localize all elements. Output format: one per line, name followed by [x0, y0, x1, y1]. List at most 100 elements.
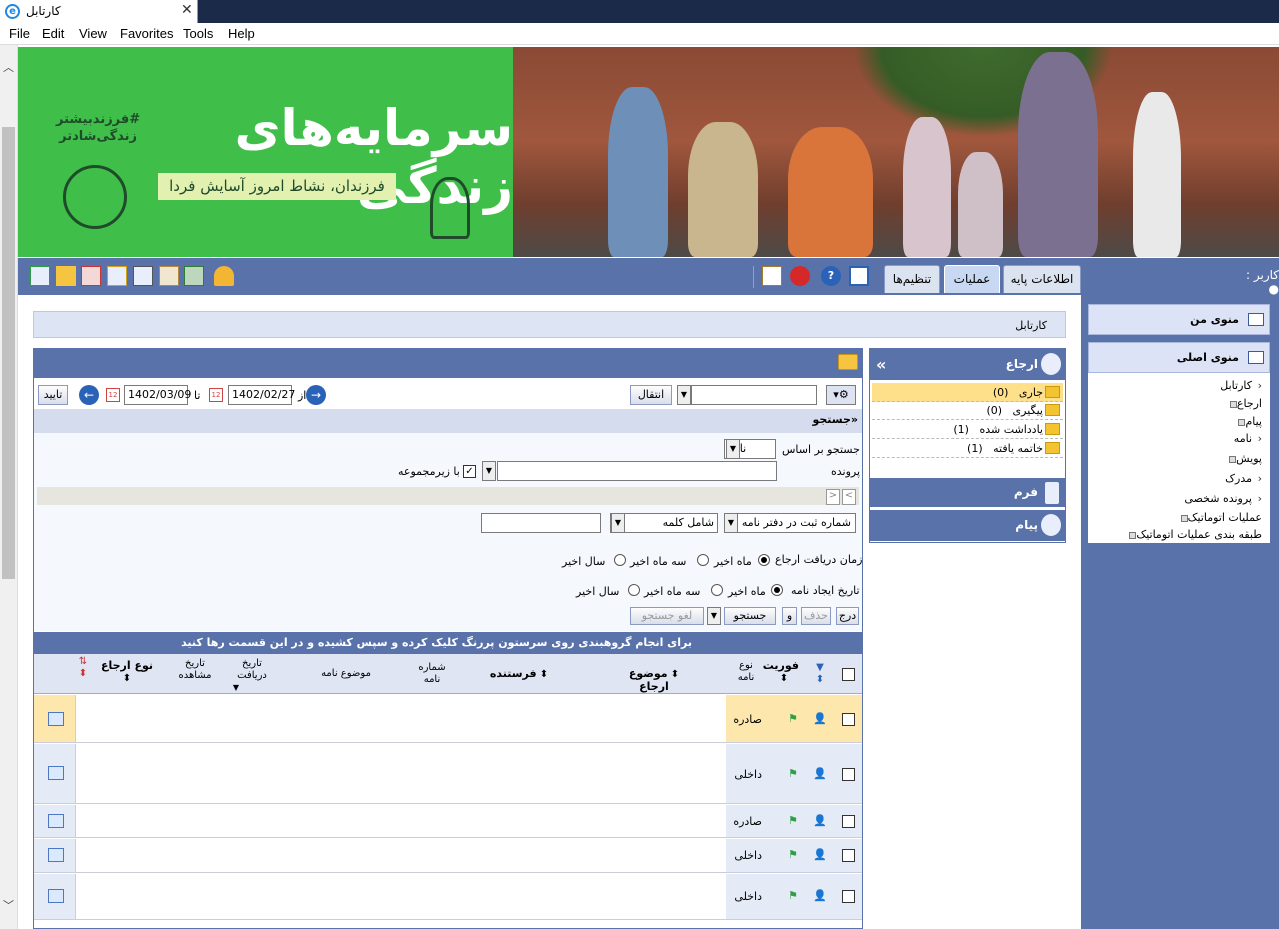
collapse-double-chevron-icon[interactable]: » — [876, 349, 886, 380]
search-text-input[interactable] — [481, 513, 601, 533]
chevron-down-icon[interactable]: ▼ — [611, 513, 625, 533]
search-letter-icon[interactable] — [133, 266, 153, 286]
chevron-down-icon[interactable]: ▼ — [707, 607, 721, 625]
select-all-checkbox[interactable] — [842, 668, 855, 681]
menu-file[interactable]: File — [9, 26, 30, 41]
chevron-right-icon[interactable]: > — [826, 489, 840, 505]
col-priority[interactable]: فوریت ⬍ — [763, 660, 799, 685]
next-arrow-icon[interactable]: → — [306, 385, 326, 405]
menu-item-poyesh[interactable]: پویش — [1223, 452, 1262, 465]
help-icon[interactable]: ? — [821, 266, 841, 286]
erja-item-noted[interactable]: یادداشت شده (1) — [872, 420, 1063, 439]
table-row[interactable]: 👤 ⚑ صادره — [34, 695, 862, 743]
confirm-button[interactable]: تایید — [38, 385, 68, 405]
file-dropdown[interactable]: ▼ — [482, 461, 496, 481]
row-checkbox[interactable] — [842, 768, 855, 781]
tab-base-info[interactable]: اطلاعات پایه — [1003, 265, 1081, 293]
message-panel-header[interactable]: پیام — [870, 510, 1065, 541]
row-checkbox[interactable] — [842, 890, 855, 903]
menu-edit[interactable]: Edit — [42, 26, 64, 41]
edit-icon[interactable] — [48, 814, 64, 828]
tab-operations[interactable]: عملیات — [944, 265, 1000, 293]
col-letter-subject[interactable]: موضوع نامه — [316, 668, 376, 680]
menu-help[interactable]: Help — [228, 26, 255, 41]
logout-icon[interactable] — [790, 266, 810, 286]
erja-item-current[interactable]: جاری (0) — [872, 383, 1063, 402]
row-checkbox[interactable] — [842, 849, 855, 862]
and-button[interactable]: و — [782, 607, 797, 625]
menu-item-auto-ops[interactable]: عملیات اتوماتیک — [1175, 511, 1262, 524]
sort-down-icon[interactable]: ▼ — [231, 682, 241, 694]
col-view-date[interactable]: تاریخ مشاهده — [172, 658, 218, 682]
vertical-scrollbar[interactable]: ︿ ﹀ — [0, 45, 18, 929]
menu-item-auto-ops-category[interactable]: طبقه بندی عملیات اتوماتیک — [1123, 528, 1262, 541]
bell-icon[interactable] — [214, 266, 234, 286]
menu-item-payam[interactable]: پیام — [1232, 415, 1262, 428]
search-header[interactable]: «جستجو — [34, 409, 862, 433]
table-row[interactable]: 👤 ⚑ داخلی — [34, 839, 862, 873]
tab-settings[interactable]: تنظیم‌ها — [884, 265, 940, 293]
search-button[interactable]: جستجو — [724, 607, 776, 625]
field-select[interactable]: شماره ثبت در دفتر نامه — [724, 513, 856, 533]
chevron-down-icon[interactable]: ▼ — [726, 439, 740, 459]
cancel-search-button[interactable]: لغو جستجو — [630, 607, 704, 625]
users-icon[interactable] — [184, 266, 204, 286]
book-icon[interactable] — [762, 266, 782, 286]
menu-tools[interactable]: Tools — [183, 26, 213, 41]
col-letter-number[interactable]: شماره نامه — [412, 662, 452, 686]
folder-open-icon[interactable] — [838, 354, 858, 370]
delete-button[interactable]: حذف — [801, 607, 831, 625]
create-radio-year[interactable] — [628, 584, 640, 596]
prev-arrow-icon[interactable]: ← — [79, 385, 99, 405]
print-icon[interactable] — [159, 266, 179, 286]
settings-gear-icon[interactable]: ▾⚙ — [826, 385, 856, 405]
date-from-input[interactable]: 1402/02/27 — [228, 385, 295, 405]
edit-icon[interactable] — [48, 848, 64, 862]
col-letter-type[interactable]: نوع نامه — [732, 660, 760, 684]
row-checkbox[interactable] — [842, 815, 855, 828]
create-radio-3months[interactable] — [711, 584, 723, 596]
scroll-thumb[interactable] — [2, 127, 15, 579]
scroll-down-icon[interactable]: ﹀ — [3, 897, 14, 913]
col-sender[interactable]: ⬍ فرستنده — [489, 668, 549, 681]
erja-item-finished[interactable]: خاتمه یافته (1) — [872, 439, 1063, 458]
col-subject-erja[interactable]: ⬍ موضوع ارجاع — [614, 668, 694, 694]
file-input[interactable] — [497, 461, 777, 481]
table-row[interactable]: 👤 ⚑ صادره — [34, 805, 862, 838]
group-hint-bar[interactable]: برای انجام گروهبندی روی سرستون پررنگ کلی… — [34, 632, 862, 654]
form-panel-header[interactable]: فرم — [870, 478, 1065, 507]
my-menu-button[interactable]: منوی من — [1088, 304, 1270, 335]
create-radio-month[interactable] — [771, 584, 783, 596]
menu-item-madrak[interactable]: ‹ مدرک — [1225, 472, 1262, 485]
refresh-arrows-icon[interactable]: ⇅ ⬍ — [76, 656, 90, 680]
menu-item-kartabl[interactable]: ‹ کارتابل — [1220, 379, 1262, 392]
menu-item-nameh[interactable]: ‹ نامه — [1234, 432, 1262, 445]
receive-radio-month[interactable] — [758, 554, 770, 566]
menu-item-personal-file[interactable]: ‹ پرونده شخصی — [1184, 492, 1262, 505]
edit-icon[interactable] — [48, 766, 64, 780]
insert-button[interactable]: درج — [836, 607, 859, 625]
edit-icon[interactable] — [48, 889, 64, 903]
calendar-icon[interactable]: 12 — [209, 388, 223, 402]
menu-item-erja[interactable]: ارجاع — [1224, 397, 1262, 410]
return-icon[interactable] — [81, 266, 101, 286]
menu-favorites[interactable]: Favorites — [120, 26, 173, 41]
browser-tab[interactable]: e کارتابل ✕ — [0, 0, 198, 23]
fullscreen-icon[interactable] — [849, 266, 869, 286]
scroll-up-icon[interactable]: ︿ — [3, 59, 14, 75]
transfer-dropdown[interactable]: ▼ — [677, 385, 691, 405]
receive-radio-3months[interactable] — [697, 554, 709, 566]
erja-panel-header[interactable]: ارجاع » — [870, 349, 1065, 380]
row-checkbox[interactable] — [842, 713, 855, 726]
table-row[interactable]: 👤 ⚑ داخلی — [34, 744, 862, 804]
forward-icon[interactable] — [56, 266, 76, 286]
sort-filter-icon[interactable]: ▼ ⬍ — [812, 662, 828, 686]
edit-icon[interactable] — [48, 712, 64, 726]
erja-item-followup[interactable]: پیگیری (0) — [872, 401, 1063, 420]
transfer-button[interactable]: انتقال — [630, 385, 672, 405]
operator-select[interactable]: شامل کلمه — [610, 513, 718, 533]
main-menu-button[interactable]: منوی اصلی — [1088, 342, 1270, 373]
new-letter-icon[interactable] — [30, 266, 50, 286]
close-tab-icon[interactable]: ✕ — [181, 2, 193, 18]
table-row[interactable]: 👤 ⚑ داخلی — [34, 874, 862, 920]
